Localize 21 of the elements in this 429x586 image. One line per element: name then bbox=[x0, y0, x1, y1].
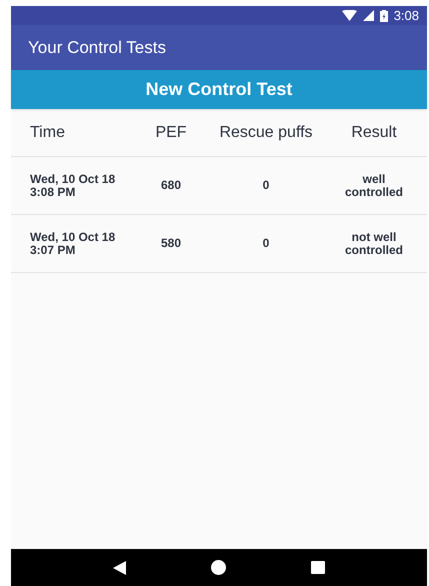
signal-icon bbox=[362, 10, 374, 21]
table-cell: 0 bbox=[262, 237, 270, 250]
wifi-icon bbox=[342, 10, 357, 21]
table-cell: Wed, 10 Oct 18 3:08 PM bbox=[30, 172, 116, 198]
home-icon[interactable] bbox=[210, 560, 226, 575]
table-cell: 580 bbox=[160, 237, 182, 250]
battery-icon bbox=[380, 10, 388, 22]
column-header: Result bbox=[351, 124, 397, 140]
app-title: Your Control Tests bbox=[28, 36, 166, 59]
back-icon[interactable] bbox=[113, 560, 126, 574]
table-cell: 680 bbox=[160, 179, 182, 192]
column-header: Rescue puffs bbox=[219, 124, 313, 140]
table-cell: 0 bbox=[262, 179, 270, 192]
table-cell: well controlled bbox=[344, 172, 403, 198]
new-control-test-button[interactable]: New Control Test bbox=[11, 70, 427, 109]
status-time: 3:08 bbox=[394, 6, 419, 25]
table-cell: not well controlled bbox=[344, 230, 403, 256]
recents-icon[interactable] bbox=[310, 561, 325, 574]
column-header: Time bbox=[30, 124, 65, 140]
column-header: PEF bbox=[155, 124, 187, 140]
table-cell: Wed, 10 Oct 18 3:07 PM bbox=[30, 230, 116, 256]
